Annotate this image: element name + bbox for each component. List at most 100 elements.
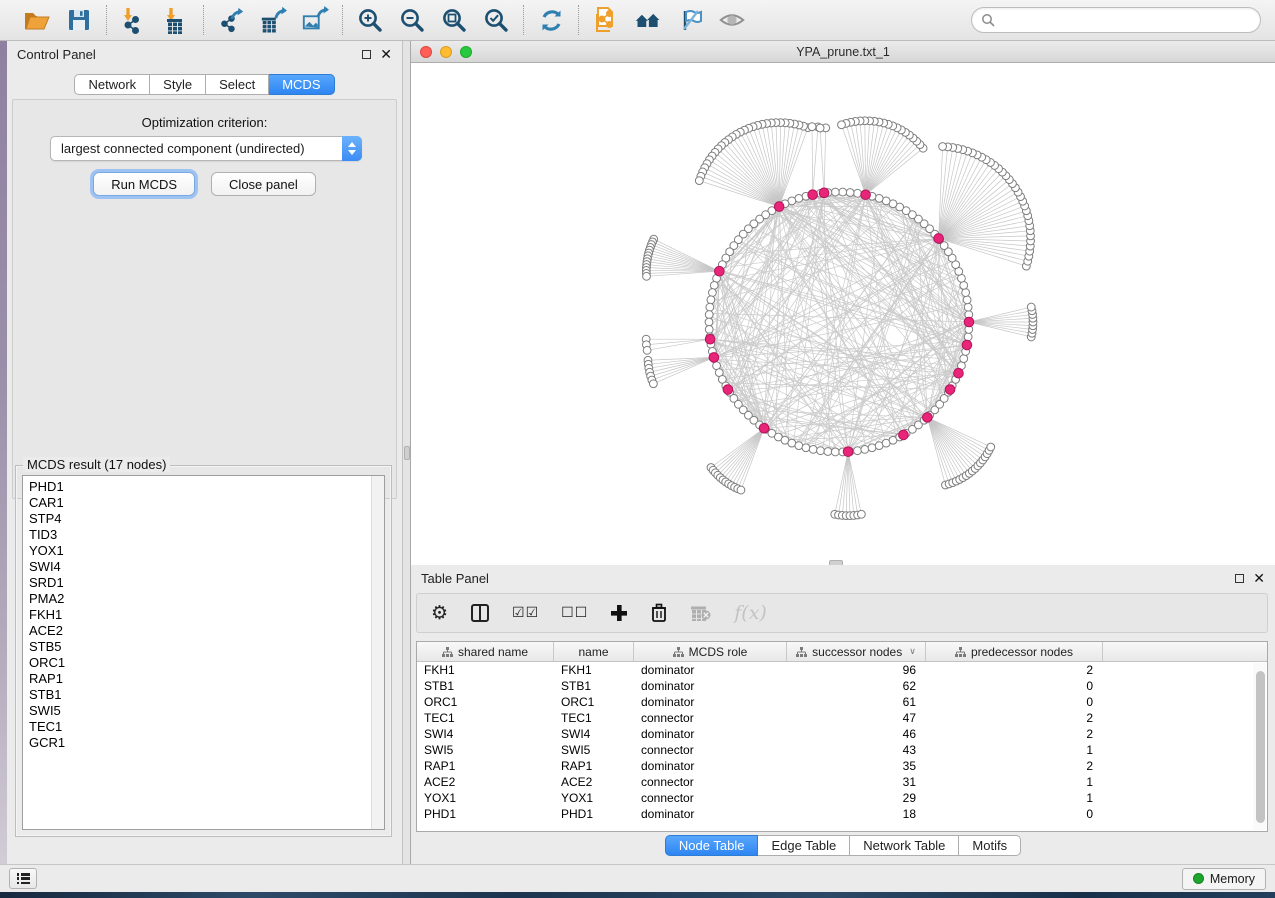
table-row[interactable]: FKH1FKH1dominator962 bbox=[417, 662, 1267, 678]
cell-MCDS-role[interactable]: dominator bbox=[634, 663, 787, 677]
close-panel-icon[interactable]: ✕ bbox=[380, 47, 392, 61]
table-scrollbar[interactable] bbox=[1253, 663, 1266, 830]
close-panel-button[interactable]: Close panel bbox=[211, 172, 316, 196]
cell-predecessor-nodes[interactable]: 1 bbox=[926, 743, 1103, 757]
cell-successor-nodes[interactable]: 18 bbox=[787, 807, 926, 821]
network-node[interactable] bbox=[846, 189, 854, 197]
cell-name[interactable]: TEC1 bbox=[554, 711, 634, 725]
mcds-hub-node[interactable] bbox=[964, 317, 974, 327]
list-item[interactable]: FKH1 bbox=[29, 607, 384, 623]
cell-successor-nodes[interactable]: 96 bbox=[787, 663, 926, 677]
network-node[interactable] bbox=[861, 446, 869, 454]
cell-MCDS-role[interactable]: dominator bbox=[634, 759, 787, 773]
cell-MCDS-role[interactable]: dominator bbox=[634, 807, 787, 821]
zoom-in-icon[interactable] bbox=[356, 6, 384, 34]
cell-successor-nodes[interactable]: 35 bbox=[787, 759, 926, 773]
cell-successor-nodes[interactable]: 62 bbox=[787, 679, 926, 693]
import-table-icon[interactable] bbox=[162, 6, 190, 34]
network-overview-icon[interactable] bbox=[634, 6, 662, 34]
export-table-icon[interactable] bbox=[259, 6, 287, 34]
export-image-icon[interactable] bbox=[301, 6, 329, 34]
table-row[interactable]: ACE2ACE2connector311 bbox=[417, 774, 1267, 790]
mcds-hub-node[interactable] bbox=[723, 385, 733, 395]
add-column-icon[interactable] bbox=[610, 600, 628, 626]
zoom-selected-icon[interactable] bbox=[482, 6, 510, 34]
tab-network-table[interactable]: Network Table bbox=[850, 835, 959, 856]
network-node[interactable] bbox=[808, 123, 816, 131]
list-item[interactable]: RAP1 bbox=[29, 671, 384, 687]
network-node[interactable] bbox=[649, 380, 657, 388]
cell-shared-name[interactable]: STB1 bbox=[417, 679, 554, 693]
zoom-out-icon[interactable] bbox=[398, 6, 426, 34]
cell-successor-nodes[interactable]: 43 bbox=[787, 743, 926, 757]
cell-shared-name[interactable]: ORC1 bbox=[417, 695, 554, 709]
cell-name[interactable]: STB1 bbox=[554, 679, 634, 693]
network-node[interactable] bbox=[964, 303, 972, 311]
column-layout-icon[interactable] bbox=[470, 600, 490, 626]
mcds-hub-node[interactable] bbox=[759, 423, 769, 433]
cell-name[interactable]: YOX1 bbox=[554, 791, 634, 805]
list-item[interactable]: STP4 bbox=[29, 511, 384, 527]
network-node[interactable] bbox=[705, 318, 713, 326]
cell-predecessor-nodes[interactable]: 0 bbox=[926, 807, 1103, 821]
network-node[interactable] bbox=[1027, 303, 1035, 311]
table-row[interactable]: YOX1YOX1connector291 bbox=[417, 790, 1267, 806]
tab-mcds[interactable]: MCDS bbox=[269, 74, 334, 95]
network-node[interactable] bbox=[710, 281, 718, 289]
table-row[interactable]: SWI5SWI5connector431 bbox=[417, 742, 1267, 758]
cell-predecessor-nodes[interactable]: 1 bbox=[926, 775, 1103, 789]
cell-MCDS-role[interactable]: dominator bbox=[634, 695, 787, 709]
cell-MCDS-role[interactable]: connector bbox=[634, 743, 787, 757]
cell-shared-name[interactable]: YOX1 bbox=[417, 791, 554, 805]
list-item[interactable]: TID3 bbox=[29, 527, 384, 543]
network-node[interactable] bbox=[708, 289, 716, 297]
save-session-icon[interactable] bbox=[65, 6, 93, 34]
list-item[interactable]: ORC1 bbox=[29, 655, 384, 671]
mcds-hub-node[interactable] bbox=[934, 234, 944, 244]
list-item[interactable]: YOX1 bbox=[29, 543, 384, 559]
network-node[interactable] bbox=[831, 188, 839, 196]
select-all-checkboxes-icon[interactable]: ☑☑ bbox=[512, 600, 539, 626]
network-node[interactable] bbox=[838, 121, 846, 129]
cell-predecessor-nodes[interactable]: 0 bbox=[926, 679, 1103, 693]
list-item[interactable]: CAR1 bbox=[29, 495, 384, 511]
mcds-hub-node[interactable] bbox=[954, 368, 964, 378]
search-field[interactable] bbox=[971, 7, 1261, 33]
mcds-hub-node[interactable] bbox=[774, 202, 784, 212]
network-node[interactable] bbox=[795, 442, 803, 450]
float-table-panel-icon[interactable] bbox=[1235, 574, 1244, 583]
column-header-successor-nodes[interactable]: successor nodes∨ bbox=[787, 642, 926, 661]
cell-MCDS-role[interactable]: dominator bbox=[634, 727, 787, 741]
table-row[interactable]: RAP1RAP1dominator352 bbox=[417, 758, 1267, 774]
network-node[interactable] bbox=[706, 303, 714, 311]
mcds-result-list[interactable]: PHD1CAR1STP4TID3YOX1SWI4SRD1PMA2FKH1ACE2… bbox=[22, 475, 385, 830]
network-graph[interactable] bbox=[411, 63, 1275, 564]
network-window-titlebar[interactable]: YPA_prune.txt_1 bbox=[411, 41, 1275, 63]
table-scrollbar-thumb[interactable] bbox=[1256, 671, 1265, 823]
network-node[interactable] bbox=[964, 333, 972, 341]
cell-predecessor-nodes[interactable]: 1 bbox=[926, 791, 1103, 805]
mcds-hub-node[interactable] bbox=[843, 447, 853, 457]
import-network-icon[interactable] bbox=[120, 6, 148, 34]
mcds-hub-node[interactable] bbox=[709, 353, 719, 363]
cell-shared-name[interactable]: SWI4 bbox=[417, 727, 554, 741]
cell-name[interactable]: RAP1 bbox=[554, 759, 634, 773]
network-node[interactable] bbox=[831, 448, 839, 456]
table-row[interactable]: STB1STB1dominator620 bbox=[417, 678, 1267, 694]
list-item[interactable]: SWI5 bbox=[29, 703, 384, 719]
cell-shared-name[interactable]: RAP1 bbox=[417, 759, 554, 773]
cell-MCDS-role[interactable]: connector bbox=[634, 791, 787, 805]
tab-select[interactable]: Select bbox=[206, 74, 269, 95]
mcds-hub-node[interactable] bbox=[819, 188, 829, 198]
cell-successor-nodes[interactable]: 61 bbox=[787, 695, 926, 709]
cell-successor-nodes[interactable]: 47 bbox=[787, 711, 926, 725]
list-item[interactable]: GCR1 bbox=[29, 735, 384, 751]
tab-motifs[interactable]: Motifs bbox=[959, 835, 1021, 856]
cell-successor-nodes[interactable]: 31 bbox=[787, 775, 926, 789]
column-header-name[interactable]: name bbox=[554, 642, 634, 661]
mcds-hub-node[interactable] bbox=[899, 430, 909, 440]
cell-predecessor-nodes[interactable]: 2 bbox=[926, 663, 1103, 677]
node-table[interactable]: shared namenameMCDS rolesuccessor nodes∨… bbox=[416, 641, 1268, 832]
cell-predecessor-nodes[interactable]: 2 bbox=[926, 727, 1103, 741]
network-node[interactable] bbox=[857, 510, 865, 518]
